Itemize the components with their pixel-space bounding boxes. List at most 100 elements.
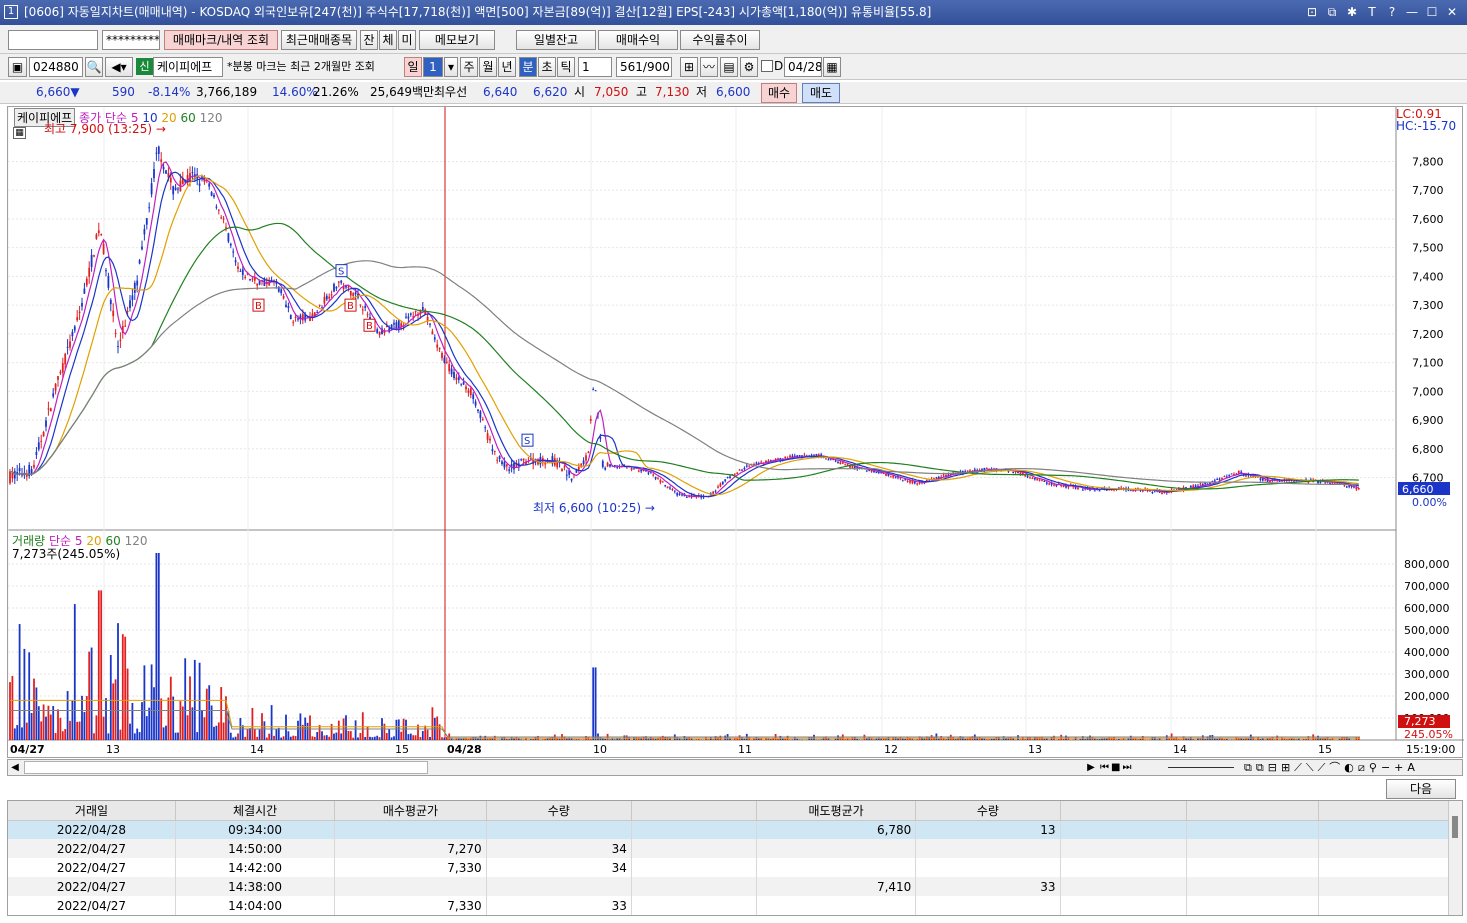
data-count-field: 561/900	[616, 57, 672, 77]
tool5-icon[interactable]: ⟋	[1294, 760, 1302, 775]
period-day-button[interactable]: 일	[404, 57, 422, 77]
scroll-thumb[interactable]	[24, 761, 428, 774]
column-header[interactable]: 매수평균가	[334, 801, 487, 821]
period-month-button[interactable]: 월	[479, 57, 497, 77]
trade-profit-button[interactable]: 매매수익	[598, 30, 678, 50]
password-field[interactable]: *********	[102, 30, 160, 50]
tool10-icon[interactable]: ⧄	[1358, 760, 1365, 775]
buy-button[interactable]: 매수	[761, 83, 797, 103]
volume-bar	[220, 687, 223, 740]
tool7-icon[interactable]: ⟋	[1318, 760, 1326, 775]
tool8-icon[interactable]: ⌒	[1329, 760, 1340, 775]
close-icon[interactable]: ✕	[1445, 0, 1459, 25]
column-header[interactable]	[1318, 801, 1451, 821]
table-row[interactable]: 2022/04/28 09:34:00 6,780 13	[8, 820, 1451, 839]
date-checkbox[interactable]	[761, 60, 773, 72]
grid-icon[interactable]: ▦	[13, 127, 26, 139]
period-week-button[interactable]: 주	[460, 57, 478, 77]
candle-body	[448, 364, 451, 372]
zoom-icon[interactable]: ⊞	[680, 57, 698, 77]
tool2-icon[interactable]: ⧉	[1256, 760, 1264, 775]
column-header[interactable]	[1060, 801, 1187, 821]
date-input[interactable]: 04/28	[784, 57, 822, 77]
candle-body	[493, 450, 496, 452]
column-header[interactable]: 수량	[915, 801, 1061, 821]
search-icon[interactable]: 🔍	[85, 57, 103, 77]
table-cell	[1318, 820, 1451, 839]
tool6-icon[interactable]: ⟍	[1306, 760, 1314, 775]
tool9-icon[interactable]: ◐	[1344, 760, 1354, 775]
column-header[interactable]	[1186, 801, 1319, 821]
chart-canvas[interactable]: 7,800 7,700 7,600 7,500 7,400 7,300 7,200 7,100…	[7, 107, 1464, 759]
volume-bar	[1305, 739, 1307, 740]
chart-type-icon[interactable]: ▣	[8, 57, 27, 77]
unexecuted-button[interactable]: 미	[398, 30, 416, 50]
volume-bar	[174, 732, 177, 740]
tool4-icon[interactable]: ⊞	[1281, 760, 1290, 775]
volume-bar	[59, 717, 62, 740]
save-icon[interactable]: ▤	[720, 57, 738, 77]
plus-icon[interactable]: +	[1394, 760, 1403, 775]
volume-bar	[112, 683, 115, 740]
table-row[interactable]: 2022/04/27 14:04:00 7,330 33	[8, 896, 1451, 915]
tool1-icon[interactable]: ⧉	[1244, 760, 1252, 775]
copy-icon[interactable]: ⧉	[1325, 0, 1339, 25]
table-cell	[756, 839, 917, 858]
magnifier-icon[interactable]: ⚲	[1369, 760, 1377, 775]
period-year-button[interactable]: 년	[498, 57, 516, 77]
scroll-left-icon[interactable]: ◀	[8, 760, 22, 775]
forward-icon[interactable]: ⏭	[1122, 760, 1131, 775]
period-second-button[interactable]: 초	[538, 57, 556, 77]
stock-code-input[interactable]: 024880	[29, 57, 83, 77]
period-value[interactable]: 1	[423, 57, 443, 77]
column-header[interactable]	[631, 801, 757, 821]
stop-icon[interactable]: ■	[1111, 760, 1120, 775]
maximize-icon[interactable]: ☐	[1425, 0, 1439, 25]
tool3-icon[interactable]: ⊟	[1268, 760, 1277, 775]
period-dropdown-icon[interactable]: ▾	[444, 57, 458, 77]
recent-trades-button[interactable]: 최근매매종목	[281, 30, 357, 50]
next-button[interactable]: 다음	[1386, 779, 1456, 799]
font-icon[interactable]: T	[1365, 0, 1379, 25]
table-scrollbar[interactable]	[1448, 801, 1462, 915]
account-select[interactable]	[8, 30, 98, 50]
memo-button[interactable]: 메모보기	[419, 30, 495, 50]
sell-button[interactable]: 매도	[802, 83, 840, 103]
table-row[interactable]: 2022/04/27 14:50:00 7,270 34	[8, 839, 1451, 858]
stock-name-field[interactable]: 케이피에프	[153, 57, 223, 77]
text-tool-icon[interactable]: A	[1407, 760, 1415, 775]
x-axis-label: 13	[106, 743, 120, 756]
candle-body	[1141, 490, 1144, 492]
indicator-icon[interactable]: 〰	[700, 57, 718, 77]
zoom-slider[interactable]	[1168, 767, 1234, 768]
sound-icon[interactable]: ◀▾	[105, 57, 133, 77]
rewind-icon[interactable]: ⏮	[1100, 760, 1109, 775]
table-row[interactable]: 2022/04/27 14:42:00 7,330 34	[8, 858, 1451, 877]
help-icon[interactable]: ?	[1385, 0, 1399, 25]
scroll-right-icon[interactable]: ▶	[1084, 760, 1098, 775]
period-minute-button[interactable]: 분	[519, 57, 537, 77]
period-tick-button[interactable]: 틱	[557, 57, 575, 77]
candle-body	[95, 234, 98, 239]
column-header[interactable]: 매도평균가	[756, 801, 917, 821]
column-header[interactable]: 체결시간	[175, 801, 336, 821]
markers-query-button[interactable]: 매매마크/내역 조회	[164, 30, 278, 50]
settings-icon[interactable]: ✱	[1345, 0, 1359, 25]
chart-scrollbar[interactable]: ◀ ▶ ⏮ ■ ⏭ ⧉ ⧉ ⊟ ⊞ ⟋ ⟍ ⟋ ⌒ ◐ ⧄ ⚲ − + A	[7, 759, 1463, 776]
table-row[interactable]: 2022/04/27 14:38:00 7,410 33	[8, 877, 1451, 896]
returns-trend-button[interactable]: 수익률추이	[680, 30, 760, 50]
gear-icon[interactable]: ⚙	[740, 57, 758, 77]
daily-balance-button[interactable]: 일별잔고	[516, 30, 596, 50]
link-icon[interactable]: ⊡	[1305, 0, 1319, 25]
volume-bar	[153, 687, 155, 740]
minimize-icon[interactable]: —	[1405, 0, 1419, 25]
column-header[interactable]: 거래일	[8, 801, 176, 821]
column-header[interactable]: 수량	[486, 801, 632, 821]
interval-select[interactable]: 1	[578, 57, 612, 77]
executed-button[interactable]: 체	[379, 30, 397, 50]
table-scroll-thumb[interactable]	[1452, 816, 1458, 838]
calendar-icon[interactable]: ▦	[823, 57, 841, 77]
price-chart-panel[interactable]: 7,800 7,700 7,600 7,500 7,400 7,300 7,200 7,100…	[7, 106, 1464, 759]
balance-button[interactable]: 잔	[360, 30, 378, 50]
minus-icon[interactable]: −	[1381, 760, 1390, 775]
